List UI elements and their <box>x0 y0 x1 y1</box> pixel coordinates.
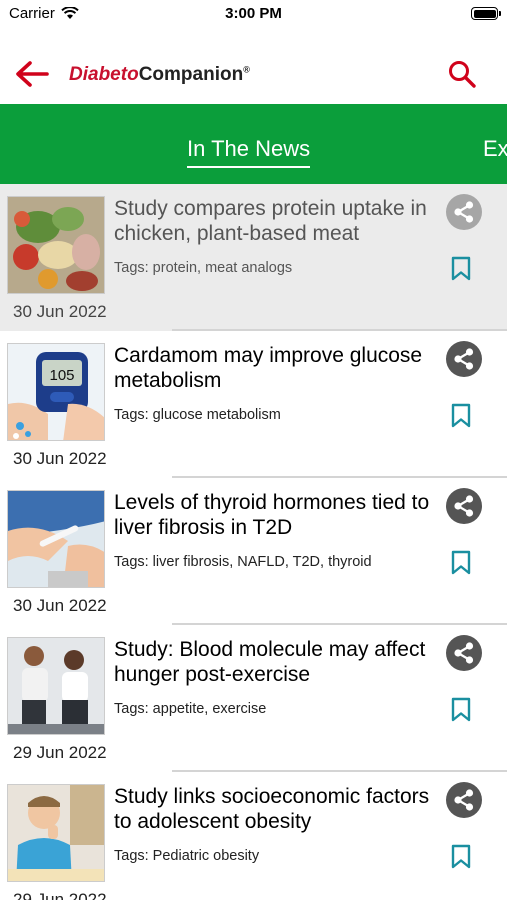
news-headline[interactable]: Study compares protein uptake in chicken… <box>114 196 434 246</box>
status-time: 3:00 PM <box>225 5 282 22</box>
news-item[interactable]: 30 Jun 2022 Study compares protein uptak… <box>0 184 507 331</box>
news-headline[interactable]: Study links socioeconomic factors to ado… <box>114 784 434 834</box>
logo-registered-mark: ® <box>243 64 250 75</box>
news-tags: Tags: liver fibrosis, NAFLD, T2D, thyroi… <box>114 554 372 570</box>
news-thumbnail <box>7 196 105 294</box>
bookmark-icon <box>451 844 471 869</box>
glucometer-reading: 105 <box>49 367 74 384</box>
search-icon <box>449 61 476 88</box>
news-tags: Tags: protein, meat analogs <box>114 260 293 276</box>
status-bar: Carrier 3:00 PM <box>0 0 507 30</box>
battery-icon <box>471 7 501 20</box>
share-icon <box>454 642 474 664</box>
search-button[interactable] <box>446 58 480 92</box>
bookmark-button[interactable] <box>450 256 472 282</box>
news-item[interactable]: 105 30 Jun 2022 Cardamom may improve glu… <box>0 331 507 478</box>
tab-next-partial[interactable]: Ex <box>483 136 507 162</box>
share-icon <box>454 789 474 811</box>
share-button[interactable] <box>446 488 482 524</box>
news-tags: Tags: glucose metabolism <box>114 407 281 423</box>
bookmark-icon <box>451 697 471 722</box>
news-thumbnail: 105 <box>7 343 105 441</box>
news-thumbnail <box>7 637 105 735</box>
bookmark-icon <box>451 256 471 281</box>
news-thumbnail <box>7 490 105 588</box>
share-icon <box>454 201 474 223</box>
logo-companion: Companion <box>138 64 244 85</box>
share-icon <box>454 348 474 370</box>
tab-bar: In The News Ex <box>0 104 507 184</box>
news-headline[interactable]: Study: Blood molecule may affect hunger … <box>114 637 434 687</box>
bookmark-icon <box>451 403 471 428</box>
app-header: DiabetoCompanion® <box>0 44 507 104</box>
news-headline[interactable]: Levels of thyroid hormones tied to liver… <box>114 490 434 540</box>
news-tags: Tags: appetite, exercise <box>114 701 267 717</box>
news-date: 29 Jun 2022 <box>13 890 107 900</box>
bookmark-button[interactable] <box>450 697 472 723</box>
news-item[interactable]: 30 Jun 2022 Levels of thyroid hormones t… <box>0 478 507 625</box>
news-item[interactable]: 29 Jun 2022 Study links socioeconomic fa… <box>0 772 507 900</box>
bookmark-button[interactable] <box>450 403 472 429</box>
share-button[interactable] <box>446 341 482 377</box>
tab-in-the-news[interactable]: In The News <box>187 136 311 168</box>
news-item[interactable]: 29 Jun 2022 Study: Blood molecule may af… <box>0 625 507 772</box>
bookmark-button[interactable] <box>450 550 472 576</box>
share-button[interactable] <box>446 635 482 671</box>
news-date: 30 Jun 2022 <box>13 596 107 615</box>
back-arrow-icon <box>16 61 49 87</box>
bookmark-button[interactable] <box>450 844 472 870</box>
back-button[interactable] <box>14 58 50 90</box>
news-tags: Tags: Pediatric obesity <box>114 848 260 864</box>
news-date: 30 Jun 2022 <box>13 449 107 468</box>
share-button[interactable] <box>446 194 482 230</box>
share-icon <box>454 495 474 517</box>
news-headline[interactable]: Cardamom may improve glucose metabolism <box>114 343 434 393</box>
news-thumbnail <box>7 784 105 882</box>
share-button[interactable] <box>446 782 482 818</box>
app-logo: DiabetoCompanion® <box>69 64 250 86</box>
bookmark-icon <box>451 550 471 575</box>
news-date: 29 Jun 2022 <box>13 743 107 762</box>
logo-diabeto: Diabeto <box>69 64 139 85</box>
news-date: 30 Jun 2022 <box>13 302 107 321</box>
